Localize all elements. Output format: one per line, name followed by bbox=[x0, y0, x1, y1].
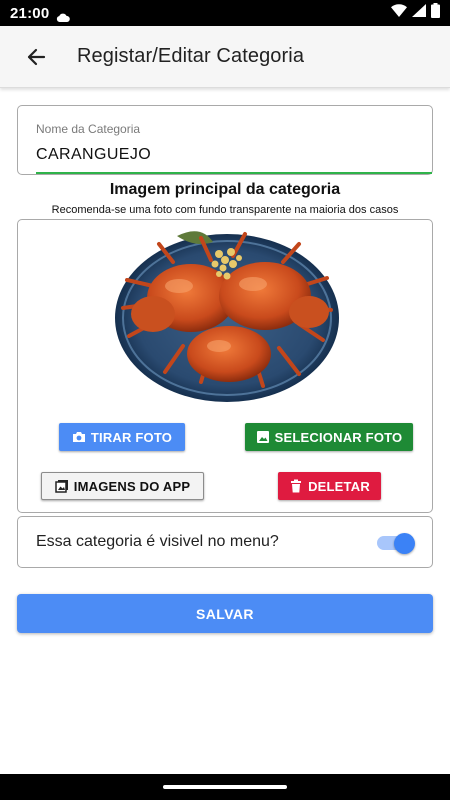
home-gesture-handle[interactable] bbox=[163, 785, 287, 789]
app-bar: Registar/Editar Categoria bbox=[0, 26, 450, 88]
field-focus-underline bbox=[36, 172, 432, 174]
page-title: Registar/Editar Categoria bbox=[77, 45, 305, 67]
image-section-hint: Recomenda-se uma foto com fundo transpar… bbox=[51, 204, 399, 216]
trash-icon bbox=[289, 479, 303, 493]
category-name-input[interactable]: CARANGUEJO bbox=[36, 146, 151, 164]
crab-dish-photo bbox=[115, 231, 339, 402]
image-card: TIRAR FOTO SELECIONAR FOTO IMAGENS DO AP… bbox=[17, 219, 433, 513]
select-photo-label: SELECIONAR FOTO bbox=[274, 429, 403, 445]
save-label: SALVAR bbox=[196, 605, 254, 622]
select-photo-button[interactable]: SELECIONAR FOTO bbox=[245, 423, 413, 451]
delete-button[interactable]: DELETAR bbox=[278, 472, 381, 500]
image-icon bbox=[256, 430, 270, 444]
app-images-label: IMAGENS DO APP bbox=[73, 478, 191, 494]
camera-icon bbox=[72, 430, 86, 444]
app-images-button[interactable]: IMAGENS DO APP bbox=[41, 472, 204, 500]
category-name-label: Nome da Categoria bbox=[36, 122, 141, 136]
status-icons bbox=[391, 3, 440, 23]
visibility-row: Essa categoria é visivel no menu? bbox=[17, 516, 433, 568]
status-bar: 21:00 bbox=[0, 0, 450, 26]
navigation-bar bbox=[0, 774, 450, 800]
wifi-icon bbox=[391, 4, 407, 22]
arrow-left-icon bbox=[27, 48, 46, 65]
battery-icon bbox=[431, 3, 440, 23]
images-icon bbox=[55, 479, 69, 493]
delete-label: DELETAR bbox=[308, 478, 370, 494]
signal-icon bbox=[412, 4, 426, 22]
save-button[interactable]: SALVAR bbox=[17, 594, 433, 633]
toggle-thumb bbox=[394, 533, 415, 554]
status-time: 21:00 bbox=[10, 4, 50, 22]
cloud-icon bbox=[56, 9, 71, 22]
image-section-heading: Imagem principal da categoria bbox=[109, 181, 341, 198]
visibility-label: Essa categoria é visivel no menu? bbox=[36, 533, 279, 550]
category-name-field[interactable]: Nome da Categoria CARANGUEJO bbox=[17, 105, 433, 175]
take-photo-button[interactable]: TIRAR FOTO bbox=[59, 423, 185, 451]
visibility-toggle[interactable] bbox=[377, 533, 415, 554]
back-button[interactable] bbox=[21, 42, 51, 72]
take-photo-label: TIRAR FOTO bbox=[90, 429, 173, 445]
